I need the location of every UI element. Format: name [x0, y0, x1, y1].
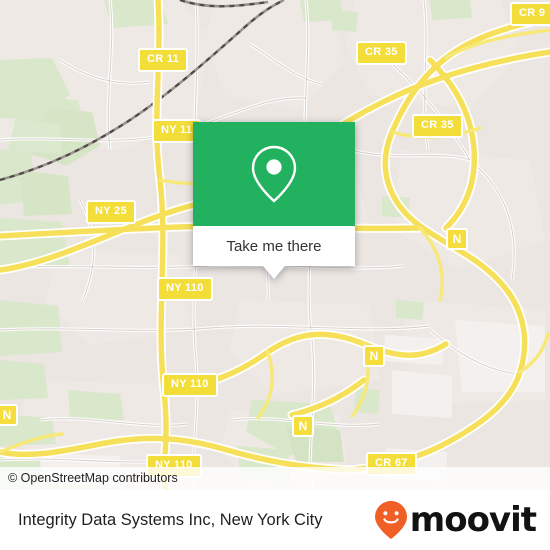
road-shield-cr-35-b: CR 35 [412, 114, 463, 138]
map-pin-icon [251, 145, 297, 203]
road-shield-cr-9: CR 9 [510, 2, 550, 26]
transit-marker-n-1[interactable]: N [446, 228, 468, 250]
place-title: Integrity Data Systems Inc, New York Cit… [18, 510, 323, 529]
footer-bar: Integrity Data Systems Inc, New York Cit… [0, 490, 550, 550]
road-shield-ny-25: NY 25 [86, 200, 136, 224]
transit-marker-n-2[interactable]: N [363, 345, 385, 367]
transit-marker-n-4[interactable]: N [0, 404, 18, 426]
moovit-brand[interactable]: moovit [374, 500, 537, 540]
road-shield-ny-110-b: NY 110 [162, 373, 218, 397]
popup-header [193, 122, 355, 226]
popup-pointer [263, 266, 285, 279]
moovit-pin-smiley-icon [374, 501, 407, 539]
location-popup-card[interactable]: Take me there [193, 122, 355, 279]
transit-marker-n-3[interactable]: N [292, 415, 314, 437]
road-shield-cr-35-a: CR 35 [356, 41, 407, 65]
moovit-map-screen: CR 9 CR 11 CR 35 CR 35 NY 11 NY 25 NY 11… [0, 0, 550, 550]
road-shield-ny-110-a: NY 110 [157, 277, 213, 301]
popup-action-label[interactable]: Take me there [193, 226, 355, 266]
map-viewport[interactable]: CR 9 CR 11 CR 35 CR 35 NY 11 NY 25 NY 11… [0, 0, 550, 490]
road-shield-cr-11: CR 11 [138, 48, 189, 72]
moovit-wordmark: moovit [409, 500, 537, 540]
map-attribution: © OpenStreetMap contributors [0, 467, 550, 490]
